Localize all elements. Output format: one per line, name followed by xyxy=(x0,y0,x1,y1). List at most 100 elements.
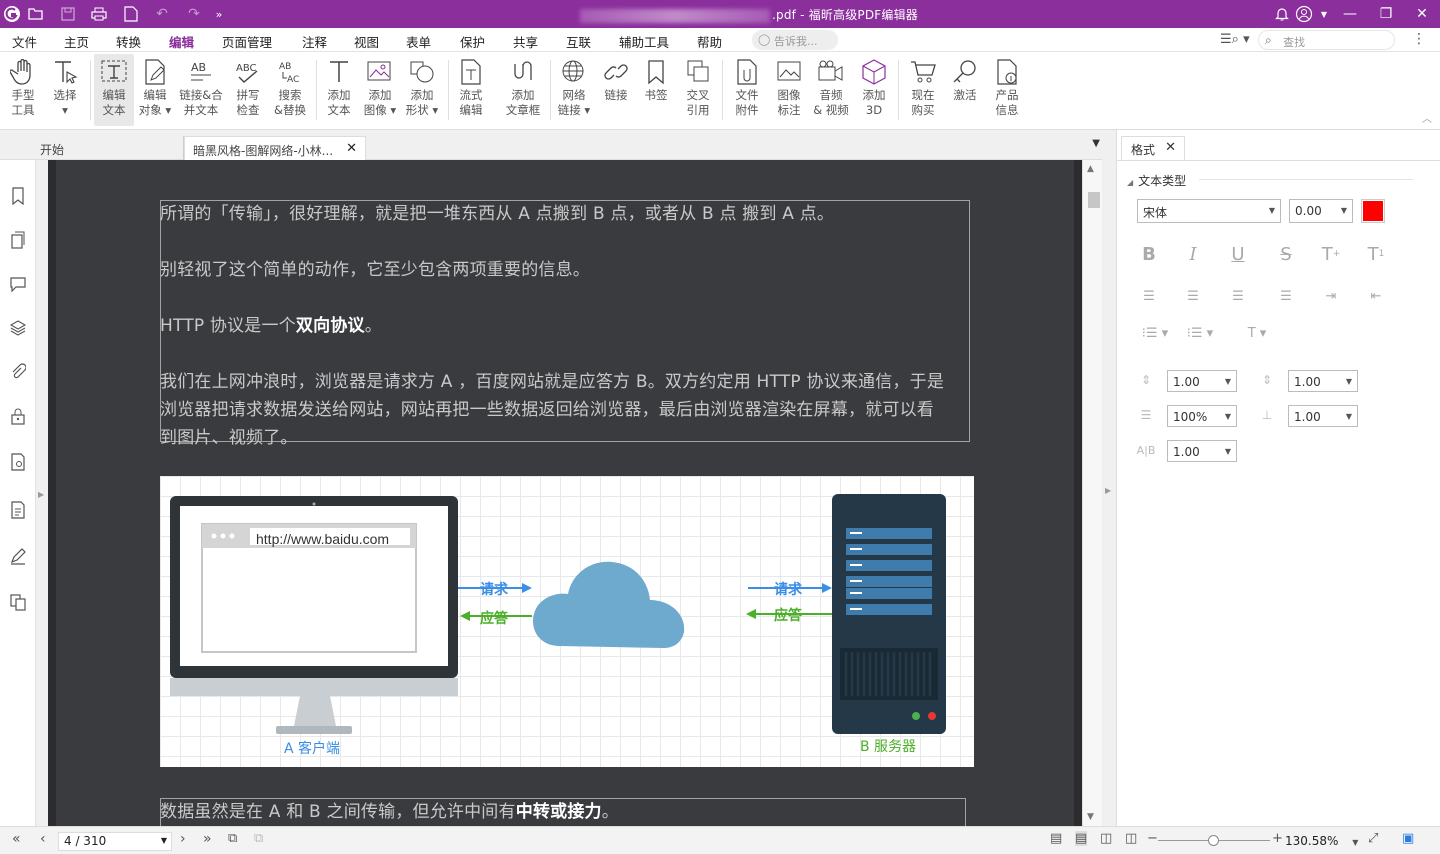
save-icon[interactable] xyxy=(58,4,78,24)
text-direction-icon[interactable]: T ▾ xyxy=(1243,322,1271,344)
numbered-list-icon[interactable]: ⁝☰ ▾ xyxy=(1184,322,1216,344)
strikethrough-icon[interactable]: S xyxy=(1275,243,1297,265)
network-diagram-image[interactable]: http://www.baidu.com 请求 应答 请求 应答 A 客户端 B… xyxy=(160,476,974,767)
add-3d-button[interactable]: 添加 3D xyxy=(856,54,892,126)
zoom-in-icon[interactable]: + xyxy=(1272,831,1283,846)
scroll-down-icon[interactable]: ▼ xyxy=(1087,812,1094,822)
last-page-icon[interactable]: » xyxy=(203,831,212,847)
add-image-button[interactable]: 添加 图像 ▾ xyxy=(360,54,400,126)
collapse-section-icon[interactable]: ◢ xyxy=(1127,178,1133,187)
full-screen-icon[interactable]: ▣ xyxy=(1402,831,1414,846)
menu-accessibility[interactable]: 辅助工具 xyxy=(619,32,669,51)
page-number-input[interactable]: 4 / 310 ▼ xyxy=(58,832,172,851)
previous-view-icon[interactable]: ⧉ xyxy=(228,831,237,846)
restore-button[interactable]: ❐ xyxy=(1375,4,1397,24)
undo-icon[interactable]: ↶ xyxy=(152,4,172,24)
tab-current-document[interactable]: 暗黑风格-图解网络-小林... ✕ xyxy=(184,136,366,160)
next-view-icon[interactable]: ⧉ xyxy=(254,831,263,846)
character-spacing-select[interactable]: 1.00 ▼ xyxy=(1288,405,1358,427)
open-icon[interactable] xyxy=(26,4,46,24)
text-block-1[interactable]: 所谓的「传输」，很好理解，就是把一堆东西从 A 点搬到 B 点，或者从 B 点 … xyxy=(160,200,970,448)
spell-check-button[interactable]: ABC 拼写 检查 xyxy=(230,54,266,126)
comments-panel-icon[interactable] xyxy=(8,274,28,294)
select-tool-button[interactable]: 选择 ▾ xyxy=(46,54,84,126)
edit-object-button[interactable]: 编辑 对象 ▾ xyxy=(136,54,174,126)
activate-button[interactable]: 激活 xyxy=(946,54,984,126)
font-size-select[interactable]: 0.00 ▼ xyxy=(1289,199,1353,223)
audio-video-button[interactable]: 音频 & 视频 xyxy=(810,54,852,126)
scroll-thumb[interactable] xyxy=(1088,192,1100,208)
line-spacing-select[interactable]: 1.00 ▼ xyxy=(1167,370,1237,392)
search-options-icon[interactable]: ☰⌕ ▾ xyxy=(1220,32,1250,47)
new-document-icon[interactable] xyxy=(121,4,141,24)
align-justify-icon[interactable]: ☰ xyxy=(1275,285,1297,307)
attachments-panel-icon[interactable] xyxy=(8,362,28,382)
menu-view[interactable]: 视图 xyxy=(354,32,379,51)
menu-help[interactable]: 帮助 xyxy=(697,32,722,51)
tell-me-input[interactable]: ◯ 告诉我... xyxy=(752,30,838,50)
search-input[interactable]: ⌕ 查找 xyxy=(1258,30,1395,50)
cross-reference-button[interactable]: 交叉 引用 xyxy=(680,54,716,126)
word-spacing-select[interactable]: 1.00 ▼ xyxy=(1167,440,1237,462)
indent-decrease-icon[interactable]: ⇤ xyxy=(1365,285,1387,307)
font-family-select[interactable]: 宋体 ▼ xyxy=(1137,199,1281,223)
close-button[interactable]: ✕ xyxy=(1411,4,1433,24)
print-icon[interactable] xyxy=(89,4,109,24)
add-article-box-button[interactable]: 添加 文章框 xyxy=(500,54,546,126)
link-join-text-button[interactable]: AB 链接&合 并文本 xyxy=(178,54,224,126)
pages-panel-icon[interactable] xyxy=(8,230,28,250)
bullet-list-icon[interactable]: ⁝☰ ▾ xyxy=(1139,322,1171,344)
signature-panel-icon[interactable] xyxy=(8,546,28,566)
single-page-view-icon[interactable]: ▤ xyxy=(1050,831,1062,846)
collapse-right-panel-icon[interactable]: ▶ xyxy=(1105,486,1111,495)
account-icon[interactable] xyxy=(1294,4,1314,24)
align-right-icon[interactable]: ☰ xyxy=(1227,285,1249,307)
previous-page-icon[interactable]: ‹ xyxy=(40,831,46,847)
close-format-panel-icon[interactable]: ✕ xyxy=(1165,140,1176,155)
scroll-up-icon[interactable]: ▲ xyxy=(1087,164,1094,174)
zoom-level[interactable]: 130.58% ▼ xyxy=(1285,834,1358,848)
zoom-slider-handle[interactable] xyxy=(1208,835,1219,846)
more-options-icon[interactable]: ⋮ xyxy=(1412,31,1426,47)
web-link-button[interactable]: 网络 链接 ▾ xyxy=(554,54,594,126)
link-button[interactable]: 链接 xyxy=(598,54,634,126)
align-left-icon[interactable]: ☰ xyxy=(1138,285,1160,307)
text-block-2[interactable]: 数据虽然是在 A 和 B 之间传输，但允许中间有中转或接力。 xyxy=(160,798,966,826)
menu-protect[interactable]: 保护 xyxy=(460,32,485,51)
customize-toolbar-icon[interactable]: » xyxy=(209,4,229,24)
superscript-icon[interactable]: T + xyxy=(1320,243,1342,265)
menu-file[interactable]: 文件 xyxy=(12,32,37,51)
menu-edit[interactable]: 编辑 xyxy=(169,32,195,55)
document-search-panel-icon[interactable] xyxy=(8,452,28,472)
vertical-scrollbar[interactable]: ▲ ▼ xyxy=(1082,160,1102,826)
image-annotation-button[interactable]: 图像 标注 xyxy=(770,54,808,126)
add-shape-button[interactable]: 添加 形状 ▾ xyxy=(402,54,442,126)
paragraph-spacing-select[interactable]: 1.00 ▼ xyxy=(1288,370,1358,392)
content-panel-icon[interactable] xyxy=(8,500,28,520)
zoom-out-icon[interactable]: − xyxy=(1147,831,1158,846)
menu-share[interactable]: 共享 xyxy=(513,32,538,51)
fit-page-icon[interactable]: ⤢ xyxy=(1368,831,1378,846)
bold-icon[interactable]: B xyxy=(1138,243,1160,265)
subscript-icon[interactable]: T1 xyxy=(1365,243,1387,265)
font-color-picker[interactable] xyxy=(1361,199,1385,223)
redo-icon[interactable]: ↷ xyxy=(184,4,204,24)
expand-left-panel-icon[interactable]: ▶ xyxy=(38,490,44,499)
security-panel-icon[interactable] xyxy=(8,406,28,426)
edit-text-button[interactable]: 编辑 文本 xyxy=(94,54,134,126)
collapse-ribbon-icon[interactable]: ︿ xyxy=(1422,110,1432,125)
bookmark-button[interactable]: 书签 xyxy=(638,54,674,126)
layers-panel-icon[interactable] xyxy=(8,318,28,338)
menu-page-management[interactable]: 页面管理 xyxy=(222,32,272,51)
underline-icon[interactable]: U xyxy=(1227,243,1249,265)
add-text-button[interactable]: 添加 文本 xyxy=(320,54,358,126)
document-view[interactable]: 所谓的「传输」，很好理解，就是把一堆东西从 A 点搬到 B 点，或者从 B 点 … xyxy=(48,160,1082,826)
horizontal-scale-select[interactable]: 100% ▼ xyxy=(1167,405,1237,427)
align-center-icon[interactable]: ☰ xyxy=(1182,285,1204,307)
next-page-icon[interactable]: › xyxy=(180,831,186,847)
italic-icon[interactable]: I xyxy=(1182,243,1204,265)
product-info-button[interactable]: 产品 信息 xyxy=(988,54,1026,126)
facing-view-icon[interactable]: ◫ xyxy=(1100,831,1112,846)
indent-increase-icon[interactable]: ⇥ xyxy=(1320,285,1342,307)
menu-connect[interactable]: 互联 xyxy=(566,32,591,51)
